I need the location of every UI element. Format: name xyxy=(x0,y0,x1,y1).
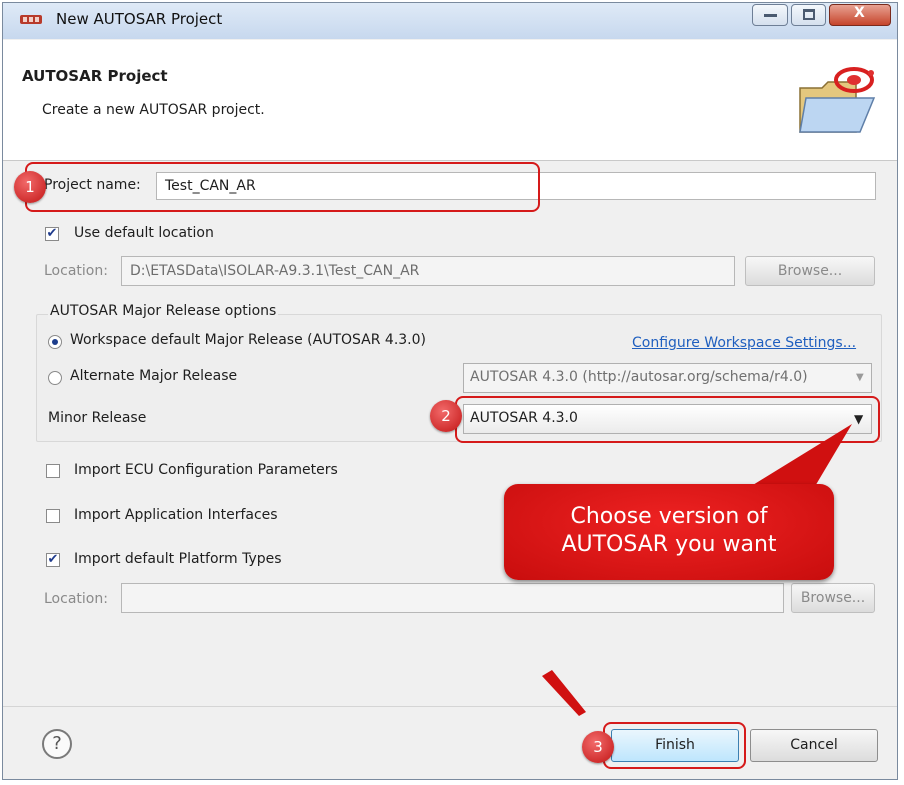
minimize-icon xyxy=(764,14,777,17)
workspace-default-label: Workspace default Major Release (AUTOSAR… xyxy=(70,332,426,348)
annotation-highlight-minor-release xyxy=(455,396,880,443)
callout-line-1: Choose version of xyxy=(570,504,768,529)
chevron-down-icon: ▼ xyxy=(856,372,864,383)
import-ecu-config-checkbox[interactable] xyxy=(46,464,60,478)
maximize-button[interactable] xyxy=(791,4,826,26)
minimize-button[interactable] xyxy=(752,4,788,26)
footer-divider xyxy=(3,706,897,707)
annotation-badge-1: 1 xyxy=(14,171,46,203)
major-release-group-label: AUTOSAR Major Release options xyxy=(48,303,279,319)
default-location-browse-button[interactable]: Browse... xyxy=(745,256,875,286)
annotation-highlight-finish xyxy=(603,722,746,769)
radio-selected-dot xyxy=(52,339,58,345)
close-button[interactable]: X xyxy=(829,4,891,26)
configure-workspace-link[interactable]: Configure Workspace Settings... xyxy=(632,335,856,351)
alternate-release-radio[interactable] xyxy=(48,371,62,385)
checkmark-icon: ✔ xyxy=(47,552,59,567)
use-default-location-checkbox[interactable]: ✔ xyxy=(45,227,59,241)
help-icon[interactable]: ? xyxy=(42,729,72,759)
default-location-input[interactable]: D:\ETASData\ISOLAR-A9.3.1\Test_CAN_AR xyxy=(121,256,735,286)
page-description: Create a new AUTOSAR project. xyxy=(42,102,265,118)
annotation-badge-2: 2 xyxy=(430,400,462,432)
import-ecu-config-label: Import ECU Configuration Parameters xyxy=(74,462,338,478)
annotation-callout: Choose version of AUTOSAR you want xyxy=(504,484,834,580)
alternate-release-select[interactable]: AUTOSAR 4.3.0 (http://autosar.org/schema… xyxy=(463,363,872,393)
alternate-release-label: Alternate Major Release xyxy=(70,368,238,384)
workspace-default-radio[interactable] xyxy=(48,335,62,349)
maximize-icon xyxy=(803,9,815,20)
import-platform-types-label: Import default Platform Types xyxy=(74,551,282,567)
import-location-input[interactable] xyxy=(121,583,784,613)
window-title: New AUTOSAR Project xyxy=(56,10,223,28)
cancel-button[interactable]: Cancel xyxy=(750,729,878,762)
wizard-header xyxy=(3,40,897,161)
import-platform-types-checkbox[interactable]: ✔ xyxy=(46,553,60,567)
import-location-label: Location: xyxy=(44,591,108,607)
checkmark-icon: ✔ xyxy=(46,226,58,241)
app-icon xyxy=(20,15,42,24)
annotation-highlight-project-name xyxy=(25,162,540,212)
page-title: AUTOSAR Project xyxy=(22,67,168,85)
alternate-release-value: AUTOSAR 4.3.0 (http://autosar.org/schema… xyxy=(470,369,808,385)
folder-wizard-icon xyxy=(799,67,876,133)
callout-line-2: AUTOSAR you want xyxy=(561,532,777,557)
import-app-interfaces-label: Import Application Interfaces xyxy=(74,507,278,523)
default-location-label: Location: xyxy=(44,263,108,279)
import-location-browse-button[interactable]: Browse... xyxy=(791,583,875,613)
minor-release-label: Minor Release xyxy=(48,410,147,426)
annotation-badge-3: 3 xyxy=(582,731,614,763)
close-icon: X xyxy=(854,5,865,21)
import-app-interfaces-checkbox[interactable] xyxy=(46,509,60,523)
use-default-location-label: Use default location xyxy=(74,225,214,241)
